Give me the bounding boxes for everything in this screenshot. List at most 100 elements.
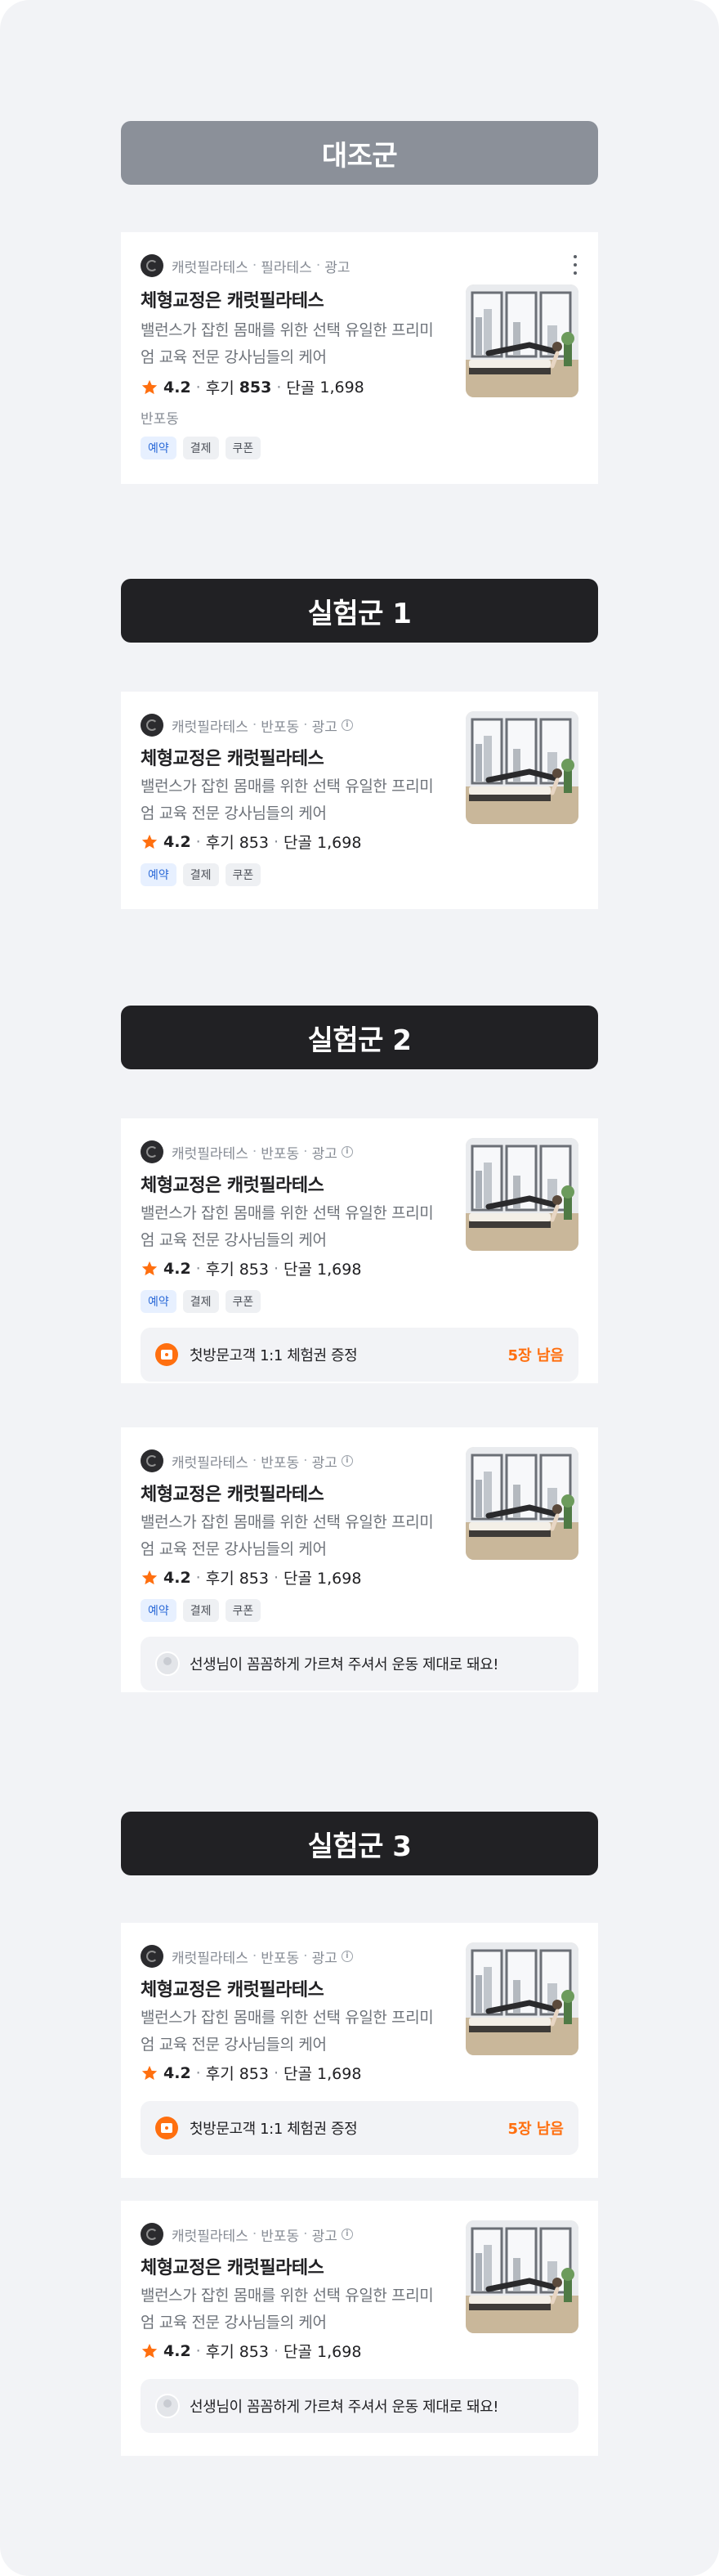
group-header-variant-1: 실험군 1	[121, 579, 598, 643]
brand-logo	[141, 1945, 163, 1968]
coupon-text: 첫방문고객 1:1 체험권 증정	[190, 1347, 358, 1364]
star-icon	[141, 2065, 158, 2080]
review-snippet[interactable]: 선생님이 꼼꼼하게 가르쳐 주셔서 운동 제대로 돼요!	[141, 1637, 578, 1691]
brand-name: 캐럿필라테스	[172, 719, 248, 736]
business-card-variant-3-coupon[interactable]: 캐럿필라테스 · 반포동 · 광고 i 체형교정은 캐럿필라테스 밸런스가 잡힌…	[121, 1923, 598, 2178]
rating-row: 4.2 · 후기 853 · 단골 1,698	[141, 2062, 361, 2084]
chip-coupon[interactable]: 쿠폰	[225, 1290, 261, 1313]
review-count: 후기 853	[205, 1570, 269, 1588]
business-card-variant-2-review[interactable]: 캐럿필라테스 · 반포동 · 광고 i 체형교정은 캐럿필라테스 밸런스가 잡힌…	[121, 1427, 598, 1692]
chip-coupon[interactable]: 쿠폰	[225, 1599, 261, 1622]
location-label: 반포동	[261, 1145, 300, 1163]
chip-payment[interactable]: 결제	[182, 437, 219, 459]
card-meta-row: 캐럿필라테스 · 반포동 · 광고 i	[141, 2222, 353, 2247]
coupon-banner[interactable]: 첫방문고객 1:1 체험권 증정 5장 남음	[141, 2101, 578, 2155]
rating-row: 4.2 · 후기 853 · 단골 1,698	[141, 376, 364, 398]
rating-row: 4.2 · 후기 853 · 단골 1,698	[141, 2340, 361, 2362]
regulars-count: 1,698	[319, 378, 364, 396]
coupon-icon	[155, 2117, 178, 2139]
chip-reservation[interactable]: 예약	[141, 1599, 176, 1622]
regulars-label: 단골	[286, 379, 315, 397]
regulars-count: 단골 1,698	[284, 834, 362, 852]
chip-reservation[interactable]: 예약	[141, 863, 176, 886]
card-description: 밸런스가 잡힌 몸매를 위한 선택 유일한 프리미엄 교육 전문 강사님들의 케…	[141, 321, 434, 366]
info-icon[interactable]: i	[341, 1146, 353, 1158]
business-card-control[interactable]: 캐럿필라테스 · 필라테스 · 광고 체형교정은 캐럿필라테스 밸런스가 잡힌 …	[121, 232, 598, 484]
star-icon	[141, 379, 158, 394]
info-icon[interactable]: i	[341, 2229, 353, 2240]
rating-value: 4.2	[163, 2341, 191, 2360]
chip-row: 예약 결제 쿠폰	[141, 863, 261, 886]
ad-label: 광고	[311, 1454, 337, 1472]
regulars-count: 단골 1,698	[284, 1261, 362, 1279]
chip-payment[interactable]: 결제	[182, 1290, 219, 1313]
group-header-control: 대조군	[121, 121, 598, 185]
location-label: 반포동	[261, 1950, 300, 1967]
card-description: 밸런스가 잡힌 몸매를 위한 선택 유일한 프리미엄 교육 전문 강사님들의 케…	[141, 777, 434, 822]
brand-name: 캐럿필라테스	[172, 259, 248, 276]
chip-reservation[interactable]: 예약	[141, 437, 176, 459]
thumbnail-image[interactable]	[466, 1138, 578, 1251]
card-title: 체형교정은 캐럿필라테스	[141, 749, 324, 769]
review-snippet-text: 선생님이 꼼꼼하게 가르쳐 주셔서 운동 제대로 돼요!	[190, 2399, 499, 2416]
group-header-variant-2: 실험군 2	[121, 1006, 598, 1069]
thumbnail-image[interactable]	[466, 284, 578, 397]
review-snippet[interactable]: 선생님이 꼼꼼하게 가르쳐 주셔서 운동 제대로 돼요!	[141, 2379, 578, 2433]
business-card-variant-2-coupon[interactable]: 캐럿필라테스 · 반포동 · 광고 i 체형교정은 캐럿필라테스 밸런스가 잡힌…	[121, 1118, 598, 1383]
regulars-count: 단골 1,698	[284, 1570, 362, 1588]
thumbnail-image[interactable]	[466, 1447, 578, 1560]
brand-name: 캐럿필라테스	[172, 1950, 248, 1967]
rating-value: 4.2	[163, 1259, 191, 1278]
star-icon	[141, 1261, 158, 1275]
regulars-count: 단골 1,698	[284, 2343, 362, 2361]
chip-coupon[interactable]: 쿠폰	[225, 863, 261, 886]
page: 대조군 캐럿필라테스 · 필라테스 · 광고 체형교정은 캐럿필라테스 밸런스가…	[0, 0, 719, 2576]
review-label: 후기	[205, 379, 234, 397]
rating-row: 4.2 · 후기 853 · 단골 1,698	[141, 1257, 361, 1279]
group-header-variant-3: 실험군 3	[121, 1812, 598, 1875]
brand-logo	[141, 714, 163, 737]
location-label: 반포동	[261, 1454, 300, 1472]
card-description: 밸런스가 잡힌 몸매를 위한 선택 유일한 프리미엄 교육 전문 강사님들의 케…	[141, 1513, 434, 1558]
card-meta-row: 캐럿필라테스 · 필라테스 · 광고	[141, 253, 351, 278]
card-meta-row: 캐럿필라테스 · 반포동 · 광고 i	[141, 1449, 353, 1473]
more-vertical-icon[interactable]	[572, 253, 578, 276]
card-title: 체형교정은 캐럿필라테스	[141, 291, 324, 311]
ad-label: 광고	[324, 259, 351, 276]
regulars-count: 단골 1,698	[284, 2065, 362, 2083]
review-count: 후기 853	[205, 1261, 269, 1279]
review-count: 후기 853	[205, 2065, 269, 2083]
coupon-banner[interactable]: 첫방문고객 1:1 체험권 증정 5장 남음	[141, 1328, 578, 1382]
ad-label: 광고	[311, 1950, 337, 1967]
thumbnail-image[interactable]	[466, 1942, 578, 2055]
group-header-label: 실험군 2	[307, 1024, 412, 1057]
info-icon[interactable]: i	[341, 719, 353, 731]
brand-logo	[141, 254, 163, 277]
group-header-label: 대조군	[321, 139, 398, 172]
ad-label: 광고	[311, 1145, 337, 1163]
card-meta-row: 캐럿필라테스 · 반포동 · 광고 i	[141, 1140, 353, 1164]
chip-coupon[interactable]: 쿠폰	[225, 437, 261, 459]
card-meta-row: 캐럿필라테스 · 반포동 · 광고 i	[141, 1944, 353, 1969]
star-icon	[141, 1570, 158, 1584]
info-icon[interactable]: i	[341, 1455, 353, 1467]
info-icon[interactable]: i	[341, 1951, 353, 1962]
chip-reservation[interactable]: 예약	[141, 1290, 176, 1313]
chip-payment[interactable]: 결제	[182, 863, 219, 886]
thumbnail-image[interactable]	[466, 711, 578, 824]
rating-value: 4.2	[163, 2063, 191, 2082]
business-card-variant-1[interactable]: 캐럿필라테스 · 반포동 · 광고 i 체형교정은 캐럿필라테스 밸런스가 잡힌…	[121, 692, 598, 909]
rating-row: 4.2 · 후기 853 · 단골 1,698	[141, 831, 361, 853]
location-label: 반포동	[141, 411, 179, 428]
brand-logo	[141, 2223, 163, 2246]
chip-row: 예약 결제 쿠폰	[141, 1599, 261, 1622]
brand-name: 캐럿필라테스	[172, 1454, 248, 1472]
location-label: 반포동	[261, 2228, 300, 2245]
thumbnail-image[interactable]	[466, 2220, 578, 2333]
business-card-variant-3-review[interactable]: 캐럿필라테스 · 반포동 · 광고 i 체형교정은 캐럿필라테스 밸런스가 잡힌…	[121, 2201, 598, 2456]
brand-logo	[141, 1140, 163, 1163]
chip-payment[interactable]: 결제	[182, 1599, 219, 1622]
rating-row: 4.2 · 후기 853 · 단골 1,698	[141, 1566, 361, 1588]
coupon-text: 첫방문고객 1:1 체험권 증정	[190, 2121, 358, 2138]
card-title: 체형교정은 캐럿필라테스	[141, 1980, 324, 2000]
